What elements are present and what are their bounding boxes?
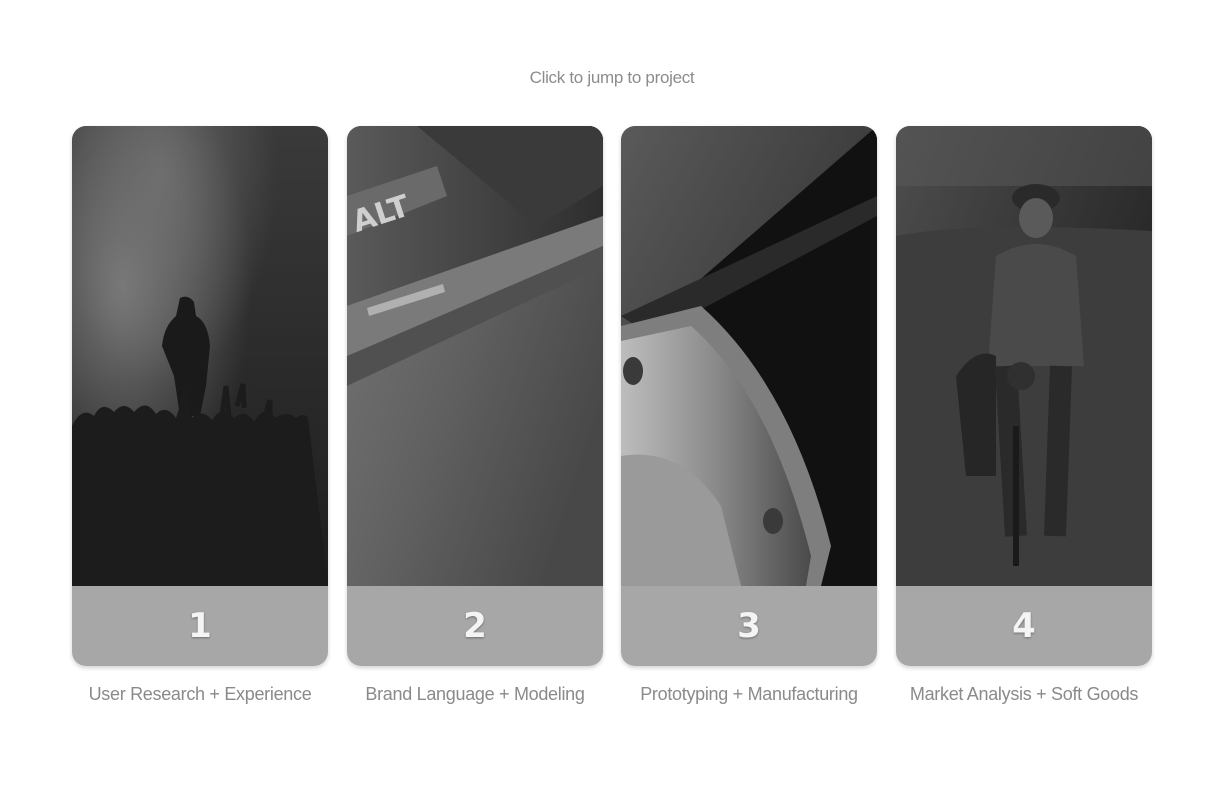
project-number: 2 (463, 606, 487, 646)
project-caption-1[interactable]: User Research + Experience (50, 684, 350, 705)
cyclist-photo (896, 126, 1152, 586)
project-number-bar: 4 (896, 586, 1152, 666)
project-number: 4 (1012, 606, 1036, 646)
toolbox-closeup-photo: ALT (347, 126, 603, 586)
project-caption-4[interactable]: Market Analysis + Soft Goods (874, 684, 1174, 705)
concert-crowd-photo (72, 126, 328, 586)
jump-hint: Click to jump to project (529, 68, 695, 87)
project-card-3[interactable]: 3 (621, 126, 877, 666)
project-number-bar: 3 (621, 586, 877, 666)
project-card-1[interactable]: 1 (72, 126, 328, 666)
project-number-bar: 1 (72, 586, 328, 666)
project-number: 1 (188, 606, 212, 646)
project-number: 3 (737, 606, 761, 646)
project-number-bar: 2 (347, 586, 603, 666)
machined-part-photo (621, 126, 877, 586)
project-card-2[interactable]: ALT 2 (347, 126, 603, 666)
project-card-4[interactable]: 4 (896, 126, 1152, 666)
project-caption-3[interactable]: Prototyping + Manufacturing (599, 684, 899, 705)
project-caption-2[interactable]: Brand Language + Modeling (325, 684, 625, 705)
